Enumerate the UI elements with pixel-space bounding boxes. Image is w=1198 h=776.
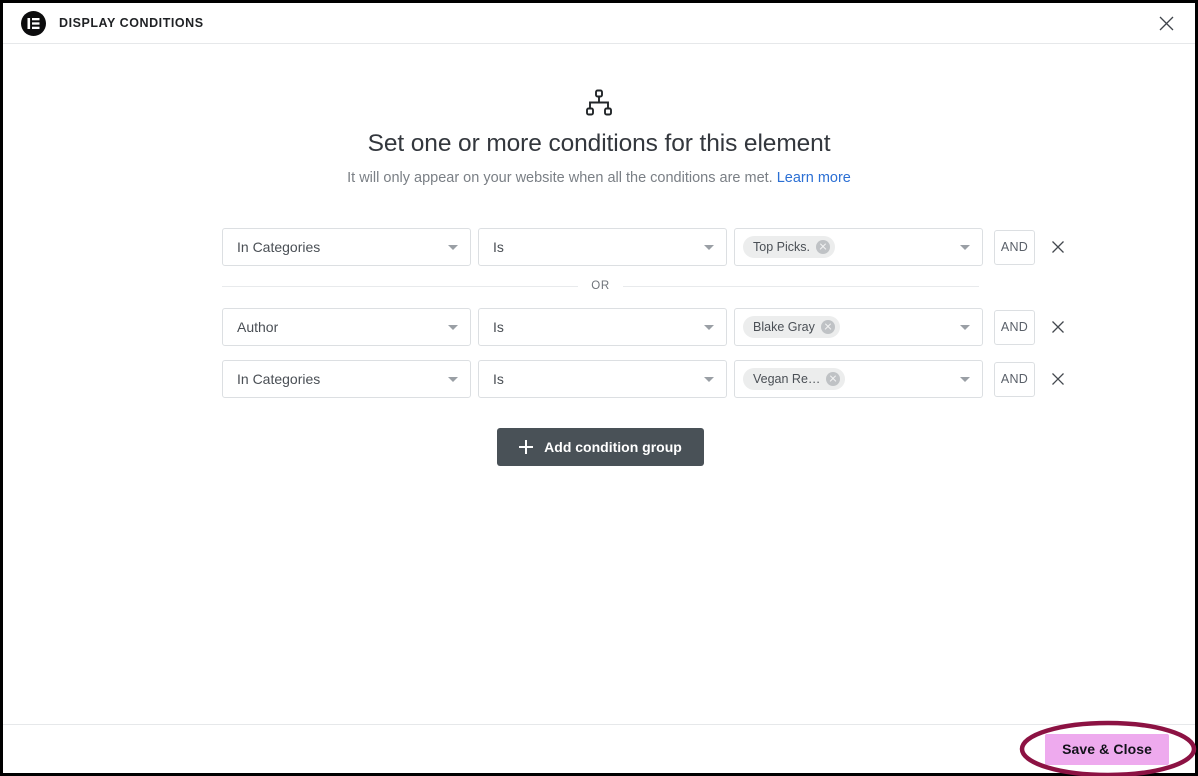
divider-line-right xyxy=(622,285,980,287)
condition-row: In Categories Is Top Picks. AND xyxy=(222,228,1064,267)
intro-title: Set one or more conditions for this elem… xyxy=(367,130,831,157)
elementor-logo-icon xyxy=(21,10,46,36)
chevron-down-icon xyxy=(704,245,714,251)
intro-block: Set one or more conditions for this elem… xyxy=(3,88,1195,187)
condition-type-select[interactable]: In Categories xyxy=(222,360,471,399)
modal-footer: Save & Close xyxy=(3,724,1195,773)
remove-condition-icon[interactable] xyxy=(1047,368,1069,390)
learn-more-link[interactable]: Learn more xyxy=(777,170,851,186)
condition-type-value: Author xyxy=(237,319,279,336)
condition-type-value: In Categories xyxy=(237,239,321,256)
condition-group: Author Is Blake Gray AND In Categories I… xyxy=(222,308,1064,399)
chevron-down-icon xyxy=(960,245,970,251)
condition-row: Author Is Blake Gray AND xyxy=(222,308,1064,347)
or-label: OR xyxy=(591,280,610,293)
or-divider: OR xyxy=(222,280,980,293)
chevron-down-icon xyxy=(448,245,458,251)
display-conditions-modal: DISPLAY CONDITIONS Set one or more condi… xyxy=(0,0,1198,776)
condition-value-select[interactable]: Vegan Re… xyxy=(734,360,983,399)
page-title: DISPLAY CONDITIONS xyxy=(59,16,204,30)
divider-line-left xyxy=(222,285,579,287)
logic-and-button[interactable]: AND xyxy=(994,229,1035,265)
add-condition-group-label: Add condition group xyxy=(544,439,682,456)
condition-type-select[interactable]: In Categories xyxy=(222,228,471,267)
condition-type-select[interactable]: Author xyxy=(222,308,471,347)
chevron-down-icon xyxy=(960,377,970,383)
value-chip-label: Top Picks. xyxy=(753,240,810,255)
modal-header: DISPLAY CONDITIONS xyxy=(3,3,1195,44)
value-chip-label: Vegan Re… xyxy=(753,372,821,387)
value-chip-label: Blake Gray xyxy=(753,320,815,335)
plus-icon xyxy=(519,440,534,455)
chevron-down-icon xyxy=(704,377,714,383)
save-and-close-button[interactable]: Save & Close xyxy=(1045,733,1169,765)
condition-operator-select[interactable]: Is xyxy=(478,308,727,347)
condition-operator-value: Is xyxy=(493,371,504,388)
condition-type-value: In Categories xyxy=(237,371,321,388)
close-icon[interactable] xyxy=(1149,6,1183,40)
condition-operator-select[interactable]: Is xyxy=(478,360,727,399)
condition-value-select[interactable]: Top Picks. xyxy=(734,228,983,267)
intro-subtitle: It will only appear on your website when… xyxy=(3,169,1195,188)
condition-operator-value: Is xyxy=(493,319,504,336)
add-condition-group-wrap: Add condition group xyxy=(222,428,979,467)
chevron-down-icon xyxy=(704,325,714,331)
modal-body: Set one or more conditions for this elem… xyxy=(3,44,1195,724)
logic-and-button[interactable]: AND xyxy=(994,309,1035,345)
logic-and-button[interactable]: AND xyxy=(994,361,1035,397)
condition-value-select[interactable]: Blake Gray xyxy=(734,308,983,347)
chip-remove-icon[interactable] xyxy=(820,320,835,335)
condition-operator-value: Is xyxy=(493,239,504,256)
chevron-down-icon xyxy=(960,325,970,331)
remove-condition-icon[interactable] xyxy=(1047,316,1069,338)
intro-subtitle-text: It will only appear on your website when… xyxy=(347,169,773,186)
conditions-list: In Categories Is Top Picks. AND OR Autho… xyxy=(3,228,1195,467)
remove-condition-icon[interactable] xyxy=(1047,236,1069,258)
condition-row: In Categories Is Vegan Re… AND xyxy=(222,360,1064,399)
value-chip: Top Picks. xyxy=(743,236,835,259)
sitemap-hierarchy-icon xyxy=(3,88,1195,118)
chevron-down-icon xyxy=(448,377,458,383)
chevron-down-icon xyxy=(448,325,458,331)
condition-group: In Categories Is Top Picks. AND xyxy=(222,228,1064,267)
add-condition-group-button[interactable]: Add condition group xyxy=(497,428,704,467)
chip-remove-icon[interactable] xyxy=(815,240,830,255)
chip-remove-icon[interactable] xyxy=(826,372,841,387)
value-chip: Vegan Re… xyxy=(743,368,846,391)
condition-operator-select[interactable]: Is xyxy=(478,228,727,267)
value-chip: Blake Gray xyxy=(743,316,840,339)
